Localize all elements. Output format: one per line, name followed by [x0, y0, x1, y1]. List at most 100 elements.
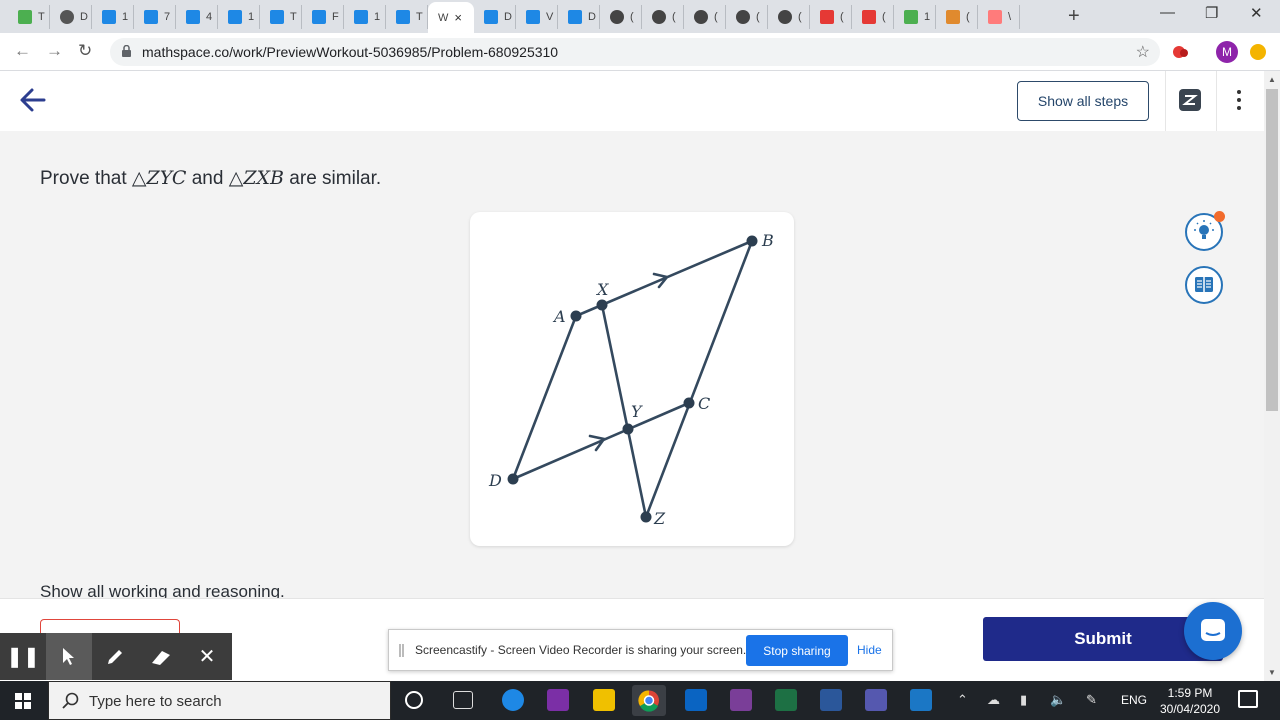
volume-icon[interactable]: 🔈 — [1050, 692, 1066, 708]
browser-tab[interactable]: D — [558, 5, 600, 29]
edge-icon[interactable] — [502, 689, 524, 711]
tab-label: 1 — [924, 11, 931, 23]
usb-icon[interactable]: ▮ — [1020, 692, 1027, 708]
label-a: A — [552, 307, 566, 326]
tab-label: ( — [714, 11, 718, 23]
browser-tab[interactable]: 1 — [344, 5, 386, 29]
label-y: Y — [631, 402, 643, 421]
extension-icon[interactable] — [1172, 43, 1190, 61]
browser-tab[interactable]: D — [50, 5, 92, 29]
hide-button[interactable]: Hide — [857, 643, 882, 657]
book-button[interactable] — [1185, 266, 1223, 304]
screencastify-toolbar: ❚❚ ✕ — [0, 633, 232, 680]
back-arrow-icon[interactable] — [18, 85, 48, 115]
cortana-icon[interactable] — [405, 691, 423, 709]
tab-label: D — [588, 11, 596, 23]
youtube-icon — [862, 10, 876, 24]
task-view-icon[interactable] — [453, 691, 473, 709]
excel-icon[interactable] — [775, 689, 797, 711]
screen-recorder-icon[interactable] — [730, 689, 752, 711]
page-scrollbar[interactable]: ▲ ▼ — [1264, 71, 1280, 681]
more-options-icon[interactable] — [1237, 90, 1241, 114]
browser-tab[interactable]: T — [260, 5, 302, 29]
browser-tab[interactable]: ( — [642, 5, 684, 29]
extension-coin-icon[interactable] — [1250, 44, 1266, 60]
photos-icon[interactable] — [910, 689, 932, 711]
taskbar-search[interactable]: Type here to search — [48, 681, 391, 720]
onedrive-icon[interactable]: ☁ — [987, 692, 1000, 708]
clock-date: 30/04/2020 — [1159, 702, 1221, 716]
browser-tab[interactable]: V — [516, 5, 558, 29]
hint-button[interactable] — [1185, 211, 1225, 251]
browser-tab[interactable]: 4 — [176, 5, 218, 29]
chrome-icon[interactable] — [632, 685, 666, 716]
scroll-thumb[interactable] — [1266, 89, 1278, 411]
eraser-icon[interactable] — [138, 633, 184, 680]
close-tab-icon[interactable]: × — [454, 10, 462, 25]
scroll-up-icon[interactable]: ▲ — [1268, 75, 1276, 84]
browser-tab[interactable]: T — [386, 5, 428, 29]
forward-nav-icon[interactable]: → — [46, 41, 63, 61]
tab-label: D — [80, 11, 88, 23]
browser-tab[interactable]: ( — [768, 5, 810, 29]
youtube-icon — [820, 10, 834, 24]
onenote-icon[interactable] — [547, 689, 569, 711]
teams-icon[interactable] — [865, 689, 887, 711]
tab-label: ( — [756, 11, 760, 23]
triangle-zxb: △ZXB — [228, 167, 285, 189]
browser-tab[interactable]: W × — [428, 2, 474, 33]
tab-label: ( — [798, 11, 802, 23]
browser-tab[interactable]: 1 — [894, 5, 936, 29]
pen-icon[interactable] — [92, 633, 138, 680]
chat-button[interactable] — [1184, 602, 1242, 660]
profile-avatar[interactable]: M — [1216, 41, 1238, 63]
browser-tab[interactable]: ( — [726, 5, 768, 29]
scroll-down-icon[interactable]: ▼ — [1268, 668, 1276, 677]
outlook-icon[interactable] — [685, 689, 707, 711]
browser-tab[interactable]: F — [302, 5, 344, 29]
browser-tab[interactable]: ( — [684, 5, 726, 29]
minimize-icon[interactable]: — — [1160, 4, 1175, 21]
back-nav-icon[interactable]: ← — [14, 41, 31, 61]
browser-tab[interactable]: 1 — [92, 5, 134, 29]
browser-tab[interactable]: 7 — [134, 5, 176, 29]
github-icon — [652, 10, 666, 24]
browser-tab[interactable]: ( — [600, 5, 642, 29]
address-bar[interactable]: mathspace.co/work/PreviewWorkout-5036985… — [110, 38, 1160, 66]
show-all-steps-button[interactable]: Show all steps — [1017, 81, 1149, 121]
tab-strip: T D 1 7 4 1 T F 1 T W × D V D(((((((1(\ — [0, 0, 1280, 33]
cursor-icon[interactable] — [46, 633, 92, 680]
language-indicator[interactable]: ENG — [1121, 693, 1147, 707]
stop-sharing-button[interactable]: Stop sharing — [746, 635, 848, 666]
github-icon — [736, 10, 750, 24]
notification-center-icon[interactable] — [1238, 690, 1258, 708]
drag-handle[interactable] — [399, 644, 404, 657]
restore-icon[interactable]: ❐ — [1205, 4, 1218, 22]
browser-tab[interactable]: ( — [936, 5, 978, 29]
bookmark-star-icon[interactable]: ☆ — [1136, 42, 1150, 62]
reload-icon[interactable]: ↻ — [78, 41, 92, 61]
mathspace-icon — [568, 10, 582, 24]
browser-tab[interactable]: D — [474, 5, 516, 29]
screencastify-icon — [988, 10, 1002, 24]
browser-tab[interactable]: 1 — [218, 5, 260, 29]
browser-tab[interactable]: ( — [810, 5, 852, 29]
pause-icon[interactable]: ❚❚ — [0, 633, 46, 680]
scratchpad-icon[interactable] — [1179, 89, 1201, 111]
pen-tray-icon[interactable]: ✎ — [1086, 692, 1097, 708]
tab-label: T — [38, 11, 45, 23]
tab-label: ( — [882, 11, 886, 23]
taskbar-clock[interactable]: 1:59 PM 30/04/2020 — [1152, 685, 1228, 717]
close-toolbar-icon[interactable]: ✕ — [184, 633, 230, 680]
tray-chevron-icon[interactable]: ⌃ — [957, 692, 968, 708]
word-icon[interactable] — [820, 689, 842, 711]
browser-tab[interactable]: ( — [852, 5, 894, 29]
close-window-icon[interactable]: ✕ — [1250, 4, 1263, 22]
browser-tab[interactable]: T — [8, 5, 50, 29]
windows-start-icon[interactable] — [15, 693, 31, 709]
browser-toolbar: ← → ↻ mathspace.co/work/PreviewWorkout-5… — [0, 33, 1280, 71]
book-icon — [1195, 277, 1213, 292]
file-explorer-icon[interactable] — [593, 689, 615, 711]
new-tab-button[interactable]: + — [1068, 5, 1080, 28]
browser-tab[interactable]: \ — [978, 5, 1020, 29]
